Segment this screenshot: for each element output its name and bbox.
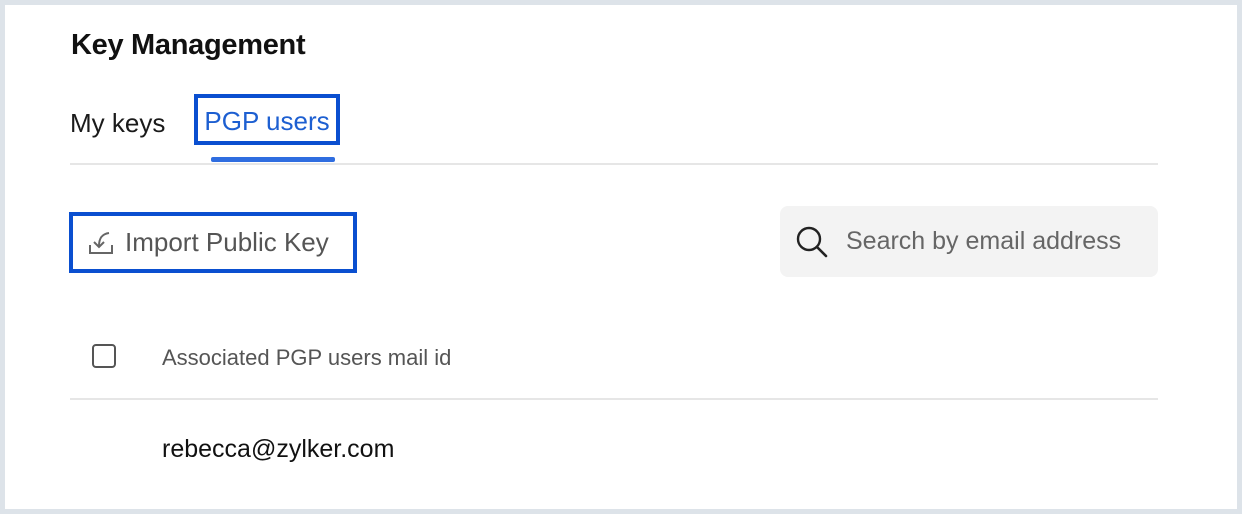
tab-pgp-users-label: PGP users xyxy=(204,105,330,136)
table-row[interactable]: rebecca@zylker.com xyxy=(162,435,394,464)
import-tray-icon xyxy=(87,229,115,257)
tab-pgp-users[interactable]: PGP users xyxy=(194,94,340,145)
table-header-divider xyxy=(70,398,1158,400)
active-tab-indicator xyxy=(211,157,335,162)
search-icon xyxy=(794,224,830,260)
tab-my-keys[interactable]: My keys xyxy=(70,108,165,138)
search-box[interactable] xyxy=(780,206,1158,277)
key-management-panel: Key Management My keys PGP users Import … xyxy=(5,5,1237,509)
page-title: Key Management xyxy=(71,29,306,61)
search-input[interactable] xyxy=(846,227,1146,256)
import-public-key-label: Import Public Key xyxy=(125,227,329,257)
tabs-divider xyxy=(70,163,1158,165)
select-all-checkbox[interactable] xyxy=(92,344,116,368)
column-header-mail-id: Associated PGP users mail id xyxy=(162,345,452,370)
import-public-key-button[interactable]: Import Public Key xyxy=(69,212,357,273)
